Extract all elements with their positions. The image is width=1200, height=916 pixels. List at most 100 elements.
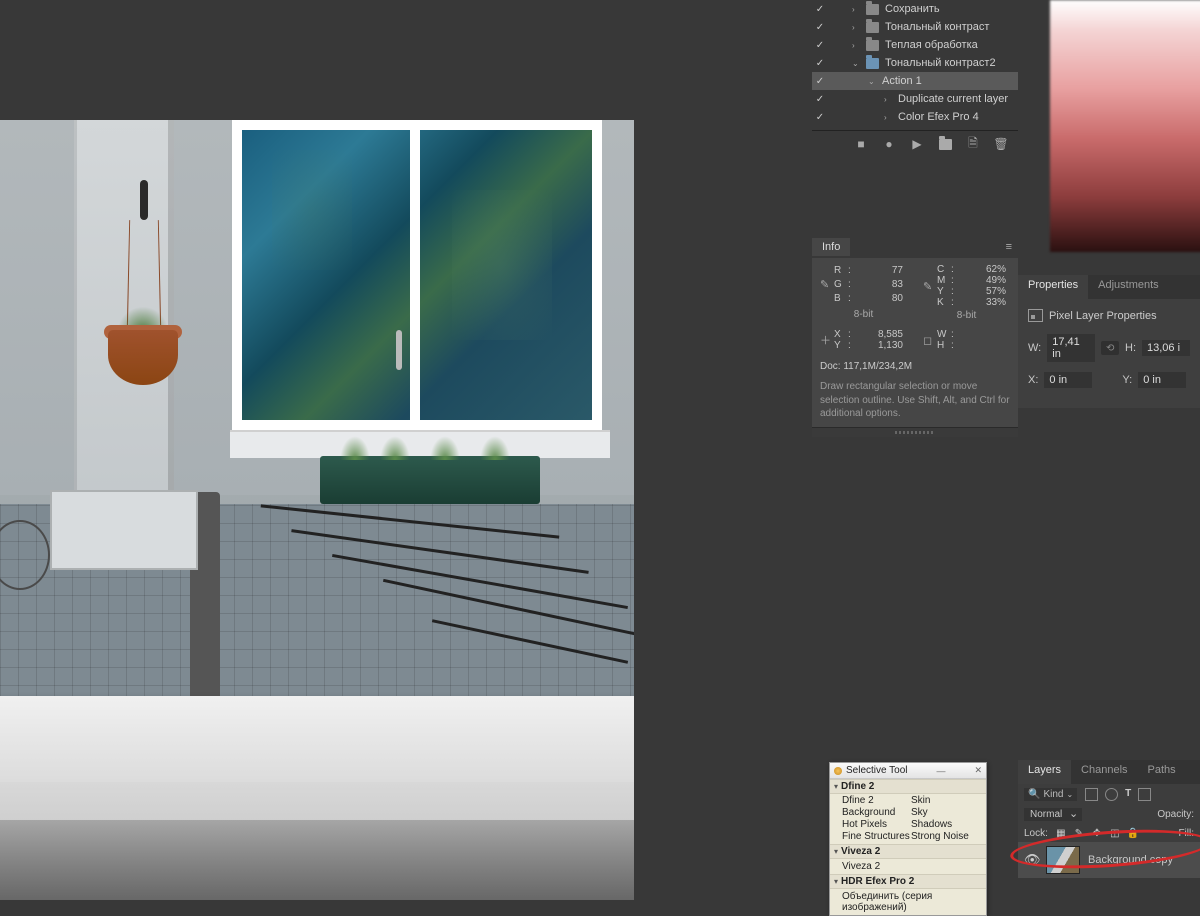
selective-item[interactable]: Viveza 2 (830, 859, 986, 874)
height-label: H: (1125, 342, 1136, 354)
action-label: Color Efex Pro 4 (898, 111, 979, 123)
filter-type-icon[interactable]: T (1125, 788, 1131, 801)
tab-layers[interactable]: Layers (1018, 760, 1071, 784)
selective-section-head[interactable]: ▾HDR Efex Pro 2 (830, 874, 986, 889)
minimize-icon[interactable]: — (936, 766, 945, 776)
actions-panel: ✓›Сохранить✓›Тональный контраст✓›Теплая … (812, 0, 1018, 157)
check-icon[interactable]: ✓ (814, 39, 826, 51)
lock-label: Lock: (1024, 828, 1048, 839)
lock-position-icon[interactable]: ✥ (1091, 827, 1103, 839)
action-label: Duplicate current layer (898, 93, 1008, 105)
action-row[interactable]: ✓ › Duplicate current layer (812, 90, 1018, 108)
disclosure-caret-icon[interactable]: › (884, 95, 892, 104)
window-badge-icon (834, 767, 842, 775)
x-label: X: (1028, 374, 1038, 386)
disclosure-caret-icon[interactable]: › (852, 23, 860, 32)
action-row[interactable]: ✓ › Теплая обработка (812, 36, 1018, 54)
selective-item[interactable]: Shadows (911, 819, 980, 830)
selective-item[interactable]: Skin (911, 795, 980, 806)
close-icon[interactable]: ✕ (974, 765, 982, 776)
folder-icon (866, 40, 879, 51)
panel-grip[interactable] (812, 427, 1018, 437)
layers-panel: Layers Channels Paths 🔍Kind ⌄ T Normal O… (1018, 760, 1200, 878)
selective-item[interactable]: Объединить (серия изображений) (830, 889, 986, 915)
disclosure-caret-icon[interactable]: ⌄ (852, 59, 860, 68)
doc-size: Doc: 117,1M/234,2M (820, 361, 1010, 372)
check-icon[interactable]: ✓ (814, 75, 826, 87)
action-row[interactable]: ✓ ⌄ Action 1 (812, 72, 1018, 90)
selective-section-head[interactable]: ▾Dfine 2 (830, 779, 986, 794)
action-row[interactable]: ✓ › Сохранить (812, 0, 1018, 18)
play-icon[interactable]: ▶ (910, 137, 924, 151)
action-label: Тональный контраст2 (885, 57, 996, 69)
canvas-area[interactable] (0, 0, 634, 900)
selective-tool-window[interactable]: Selective Tool — ✕ ▾Dfine 2Dfine 2SkinBa… (829, 762, 987, 916)
record-icon[interactable]: ● (882, 137, 896, 151)
stop-icon[interactable]: ■ (854, 137, 868, 151)
action-label: Теплая обработка (885, 39, 978, 51)
selective-item[interactable]: Hot Pixels (842, 819, 911, 830)
tab-paths[interactable]: Paths (1138, 760, 1186, 784)
tab-properties[interactable]: Properties (1018, 275, 1088, 299)
color-picker-panel[interactable] (1038, 0, 1200, 262)
panel-menu-icon[interactable]: ≡ (1000, 241, 1018, 253)
selective-item[interactable]: Dfine 2 (842, 795, 911, 806)
check-icon[interactable]: ✓ (814, 3, 826, 15)
folder-icon (866, 22, 879, 33)
layer-row[interactable]: 👁 Background copy (1018, 842, 1200, 878)
actions-toolbar: ■ ● ▶ 🗎 🗑 (812, 130, 1018, 157)
tab-adjustments[interactable]: Adjustments (1088, 275, 1169, 299)
pixel-layer-icon (1028, 309, 1043, 322)
height-field[interactable]: 13,06 i (1142, 340, 1190, 356)
tab-channels[interactable]: Channels (1071, 760, 1137, 784)
width-field[interactable]: 17,41 in (1047, 334, 1095, 362)
layer-filter-row: 🔍Kind ⌄ T (1018, 784, 1200, 805)
action-row[interactable]: ✓ ⌄ Тональный контраст2 (812, 54, 1018, 72)
x-field[interactable]: 0 in (1044, 372, 1092, 388)
document-image[interactable] (0, 120, 634, 900)
xy-readout: ＋ X:8,585 Y:1,130 (820, 329, 907, 351)
fill-label: Fill: (1178, 828, 1194, 839)
selective-item[interactable]: Sky (911, 807, 980, 818)
kind-select[interactable]: 🔍Kind ⌄ (1024, 788, 1077, 801)
new-action-icon[interactable]: 🗎 (966, 137, 980, 151)
width-label: W: (1028, 342, 1041, 354)
selective-section-head[interactable]: ▾Viveza 2 (830, 844, 986, 859)
disclosure-caret-icon[interactable]: › (852, 41, 860, 50)
rgb-readout: ✎ R:77 G:83 B:80 8-bit (820, 264, 907, 321)
selective-item[interactable]: Fine Structures (842, 831, 911, 842)
layer-thumbnail[interactable] (1046, 846, 1080, 874)
info-tab[interactable]: Info (812, 238, 850, 256)
layer-name[interactable]: Background copy (1088, 854, 1173, 866)
lock-pixels-icon[interactable]: ✎ (1073, 827, 1085, 839)
disclosure-caret-icon[interactable]: › (852, 5, 860, 14)
link-wh-icon[interactable]: ⟲ (1101, 341, 1119, 355)
check-icon[interactable]: ✓ (814, 21, 826, 33)
selective-titlebar[interactable]: Selective Tool — ✕ (830, 763, 986, 779)
opacity-label: Opacity: (1157, 809, 1194, 820)
y-field[interactable]: 0 in (1138, 372, 1186, 388)
check-icon[interactable]: ✓ (814, 111, 826, 123)
disclosure-caret-icon[interactable]: ⌄ (868, 77, 876, 86)
action-row[interactable]: ✓›Тональный контраст (812, 18, 1018, 36)
lock-transparency-icon[interactable]: ▦ (1055, 827, 1067, 839)
lock-all-icon[interactable]: 🔒 (1127, 827, 1139, 839)
selective-item[interactable]: Background (842, 807, 911, 818)
blend-mode-select[interactable]: Normal (1024, 808, 1082, 821)
trash-icon[interactable]: 🗑 (994, 137, 1008, 151)
action-row[interactable]: ✓ › Color Efex Pro 4 (812, 108, 1018, 126)
filter-shape-icon[interactable] (1138, 788, 1151, 801)
check-icon[interactable]: ✓ (814, 93, 826, 105)
action-label: Action 1 (882, 75, 922, 87)
new-set-icon[interactable] (938, 137, 952, 151)
filter-pixel-icon[interactable] (1085, 788, 1098, 801)
check-icon[interactable]: ✓ (814, 57, 826, 69)
color-ramp[interactable] (1050, 0, 1200, 252)
filter-adjust-icon[interactable] (1105, 788, 1118, 801)
disclosure-caret-icon[interactable]: › (884, 113, 892, 122)
folder-icon (866, 58, 879, 69)
action-label: Сохранить (885, 3, 940, 15)
selective-item[interactable]: Strong Noise (911, 831, 980, 842)
lock-artboard-icon[interactable]: ◫ (1109, 827, 1121, 839)
visibility-icon[interactable]: 👁 (1024, 852, 1038, 868)
